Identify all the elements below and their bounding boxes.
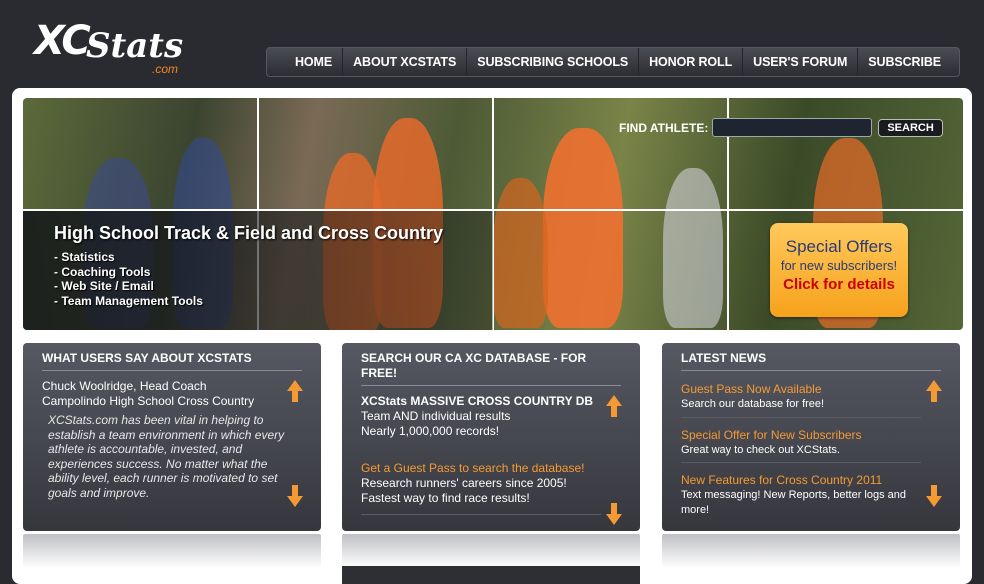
database-line: Fastest way to find race results!	[361, 491, 530, 505]
logo-com: .com	[152, 62, 179, 76]
banner-feature: - Statistics	[54, 250, 115, 264]
scroll-down-arrow-icon[interactable]	[926, 485, 942, 507]
divider	[681, 462, 921, 463]
database-panel: SEARCH OUR CA XC DATABASE - FOR FREE! XC…	[342, 343, 640, 531]
guest-pass-link[interactable]: Get a Guest Pass to search the database!	[361, 461, 621, 476]
database-line: Nearly 1,000,000 records!	[361, 424, 500, 438]
latest-news-panel: LATEST NEWS Guest Pass Now Available Sea…	[662, 343, 960, 531]
database-title: XCStats MASSIVE CROSS COUNTRY DB	[361, 394, 594, 408]
xcstats-logo[interactable]: XC Stats .com	[34, 18, 204, 78]
runner-photo-shape	[663, 168, 723, 328]
nav-subscribe[interactable]: SUBSCRIBE	[858, 48, 951, 76]
scroll-up-arrow-icon[interactable]	[287, 380, 303, 402]
divider	[361, 514, 601, 515]
panel-heading: SEARCH OUR CA XC DATABASE - FOR FREE!	[361, 351, 621, 386]
scroll-up-arrow-icon[interactable]	[606, 395, 622, 417]
panel-heading: WHAT USERS SAY ABOUT XCSTATS	[42, 351, 302, 371]
testimonial-name: Chuck Woolridge, Head Coach	[42, 379, 207, 393]
offer-subtitle: for new subscribers!	[780, 258, 898, 273]
testimonials-panel: WHAT USERS SAY ABOUT XCSTATS Chuck Woolr…	[23, 343, 321, 531]
offer-cta: Click for details	[783, 276, 895, 293]
database-line: Team AND individual results	[361, 409, 511, 423]
news-item-desc: Text messaging! New Reports, better logs…	[681, 489, 907, 516]
scroll-up-arrow-icon[interactable]	[926, 380, 942, 402]
panel-reflection	[23, 534, 321, 568]
special-offers-button[interactable]: Special Offers for new subscribers! Clic…	[770, 223, 908, 317]
nav-subscribing-schools[interactable]: SUBSCRIBING SCHOOLS	[467, 48, 640, 76]
find-athlete-form: FIND ATHLETE: SEARCH	[619, 118, 943, 137]
panel-reflection	[342, 534, 640, 568]
nav-honor-roll[interactable]: HONOR ROLL	[639, 48, 744, 76]
news-item-desc: Search our database for free!	[681, 398, 825, 410]
banner-feature: - Coaching Tools	[54, 264, 151, 279]
banner-feature: - Web Site / Email	[54, 279, 154, 293]
runner-photo-shape	[493, 178, 548, 328]
logo-stats: Stats	[86, 26, 184, 66]
hero-banner: High School Track & Field and Cross Coun…	[23, 98, 963, 330]
panel-heading: LATEST NEWS	[681, 351, 941, 371]
divider	[681, 416, 921, 418]
testimonial-quote: XCStats.com has been vital in helping to…	[48, 413, 285, 500]
scroll-down-arrow-icon[interactable]	[606, 503, 622, 525]
nav-users-forum[interactable]: USER'S FORUM	[743, 48, 859, 76]
nav-home[interactable]: HOME	[285, 48, 344, 76]
news-item-title[interactable]: Guest Pass Now Available	[681, 382, 941, 397]
banner-feature: - Team Management Tools	[54, 293, 203, 308]
news-item-desc: Great way to check out XCStats.	[681, 443, 840, 456]
testimonial-school: Campolindo High School Cross Country	[42, 394, 255, 408]
find-athlete-input[interactable]	[712, 118, 873, 137]
news-item-title[interactable]: New Features for Cross Country 2011	[681, 473, 941, 488]
panel-reflection	[662, 534, 960, 568]
banner-feature-list: - Statistics - Coaching Tools - Web Site…	[54, 250, 203, 308]
search-button[interactable]: SEARCH	[878, 118, 943, 137]
logo-xc: XC	[34, 18, 91, 64]
database-line: Research runners' careers since 2005!	[361, 476, 567, 490]
main-nav: HOME ABOUT XCSTATS SUBSCRIBING SCHOOLS H…	[266, 47, 960, 77]
news-item-title[interactable]: Special Offer for New Subscribers	[681, 428, 941, 443]
scroll-down-arrow-icon[interactable]	[287, 485, 303, 507]
bottom-bar	[342, 566, 640, 584]
nav-about[interactable]: ABOUT XCSTATS	[343, 48, 468, 76]
runner-photo-shape	[543, 128, 623, 328]
find-athlete-label: FIND ATHLETE:	[619, 120, 709, 135]
banner-title: High School Track & Field and Cross Coun…	[54, 223, 444, 243]
offer-title: Special Offers	[785, 237, 893, 256]
